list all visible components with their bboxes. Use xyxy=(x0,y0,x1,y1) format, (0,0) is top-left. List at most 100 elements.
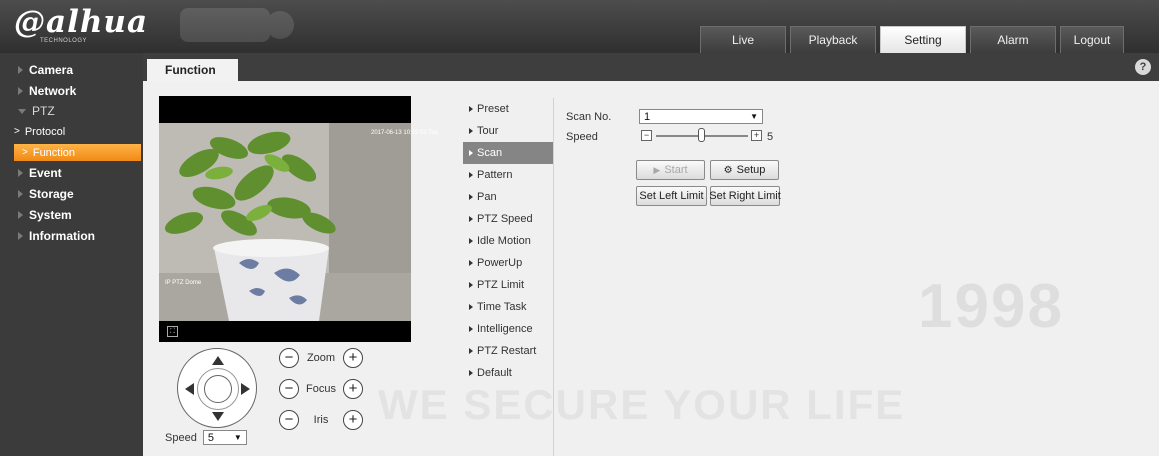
func-item-intelligence[interactable]: Intelligence xyxy=(463,318,553,340)
collapsed-arrow-icon xyxy=(18,232,23,240)
setup-button[interactable]: ⚙ Setup xyxy=(710,160,779,180)
focus-near-button[interactable]: − xyxy=(279,379,299,399)
fullscreen-icon[interactable]: ⛶ xyxy=(167,326,178,337)
start-button[interactable]: ▶ Start xyxy=(636,160,705,180)
focus-label: Focus xyxy=(306,383,336,395)
scan-no-select[interactable]: 1 ▼ xyxy=(639,109,763,124)
arrow-right-icon xyxy=(469,260,473,266)
ptz-function-list: Preset Tour Scan Pattern Pan PTZ Speed I… xyxy=(463,98,553,384)
background-slogan-watermark: WE SECURE YOUR LIFE xyxy=(378,381,906,428)
arrow-left-icon[interactable] xyxy=(185,383,194,395)
iris-open-button[interactable]: + xyxy=(343,410,363,430)
chevron-right-icon: > xyxy=(14,126,20,137)
speed-value: 5 xyxy=(767,131,774,143)
func-item-pattern[interactable]: Pattern xyxy=(463,164,553,186)
chevron-right-icon: > xyxy=(22,147,28,158)
sidebar-item-storage[interactable]: Storage xyxy=(0,184,143,204)
sidebar-subitem-function[interactable]: > Function xyxy=(14,144,141,161)
collapsed-arrow-icon xyxy=(18,87,23,95)
speed-slider-knob[interactable] xyxy=(698,128,705,142)
func-item-label: Pattern xyxy=(477,169,513,181)
arrow-right-icon xyxy=(469,326,473,332)
sidebar-subitem-label: Function xyxy=(32,146,76,159)
func-item-label: Idle Motion xyxy=(477,235,531,247)
speed-decrease-button[interactable]: − xyxy=(641,130,652,141)
chevron-down-icon: ▼ xyxy=(750,112,758,121)
dpad-center-button[interactable] xyxy=(204,375,232,403)
func-item-tour[interactable]: Tour xyxy=(463,120,553,142)
iris-label: Iris xyxy=(313,414,329,426)
collapsed-arrow-icon xyxy=(18,169,23,177)
sidebar-item-network[interactable]: Network xyxy=(0,81,143,101)
tab-logout[interactable]: Logout xyxy=(1060,26,1124,53)
arrow-down-icon[interactable] xyxy=(212,412,224,421)
func-item-time-task[interactable]: Time Task xyxy=(463,296,553,318)
ptz-speed-select[interactable]: 5 ▼ xyxy=(202,430,247,445)
zoom-out-button[interactable]: − xyxy=(279,348,299,368)
set-left-limit-button[interactable]: Set Left Limit xyxy=(636,186,707,206)
func-item-preset[interactable]: Preset xyxy=(463,98,553,120)
question-icon[interactable]: ? xyxy=(1135,59,1151,75)
func-item-pan[interactable]: Pan xyxy=(463,186,553,208)
func-item-ptz-restart[interactable]: PTZ Restart xyxy=(463,340,553,362)
chevron-down-icon: ▼ xyxy=(233,433,242,442)
arrow-right-icon xyxy=(469,216,473,222)
arrow-right-icon xyxy=(469,150,473,156)
arrow-right-icon[interactable] xyxy=(241,383,250,395)
arrow-right-icon xyxy=(469,370,473,376)
start-button-label: Start xyxy=(664,164,688,176)
sidebar-item-event[interactable]: Event xyxy=(0,163,143,183)
func-item-label: PowerUp xyxy=(477,257,523,269)
func-item-powerup[interactable]: PowerUp xyxy=(463,252,553,274)
sidebar-item-camera[interactable]: Camera xyxy=(0,60,143,80)
tab-setting[interactable]: Setting xyxy=(880,26,966,53)
func-item-idle-motion[interactable]: Idle Motion xyxy=(463,230,553,252)
sidebar: Camera Network PTZ > Protocol > Function… xyxy=(0,53,143,456)
zoom-control: − Zoom + xyxy=(279,347,363,369)
function-list-divider xyxy=(553,98,554,456)
background-year-watermark: 1998 xyxy=(918,272,1064,341)
func-item-default[interactable]: Default xyxy=(463,362,553,384)
func-item-ptz-limit[interactable]: PTZ Limit xyxy=(463,274,553,296)
scan-no-value: 1 xyxy=(644,110,651,123)
arrow-right-icon xyxy=(469,194,473,200)
focus-far-button[interactable]: + xyxy=(343,379,363,399)
video-frame xyxy=(159,123,411,321)
sidebar-item-ptz[interactable]: PTZ xyxy=(0,101,143,121)
focus-control: − Focus + xyxy=(279,378,363,400)
sidebar-item-information[interactable]: Information xyxy=(0,226,143,246)
main-nav: Live Playback Setting Alarm Logout xyxy=(700,26,1124,53)
collapsed-arrow-icon xyxy=(18,211,23,219)
sidebar-item-label: PTZ xyxy=(32,104,55,118)
speed-increase-button[interactable]: + xyxy=(751,130,762,141)
arrow-right-icon xyxy=(469,128,473,134)
sidebar-item-label: Event xyxy=(29,166,62,180)
tab-alarm[interactable]: Alarm xyxy=(970,26,1056,53)
func-item-ptz-speed[interactable]: PTZ Speed xyxy=(463,208,553,230)
scan-speed-label: Speed xyxy=(566,131,598,143)
tab-function[interactable]: Function xyxy=(147,59,238,81)
collapsed-arrow-icon xyxy=(18,66,23,74)
func-item-label: Tour xyxy=(477,125,499,137)
zoom-in-button[interactable]: + xyxy=(343,348,363,368)
arrow-right-icon xyxy=(469,304,473,310)
live-video-preview[interactable]: 2017-06-13 10:19:52 Tue IP PTZ Dome ⛶ xyxy=(159,96,438,342)
sidebar-item-system[interactable]: System xyxy=(0,205,143,225)
plant-scene-image xyxy=(159,123,411,321)
func-item-label: Time Task xyxy=(477,301,527,313)
iris-close-button[interactable]: − xyxy=(279,410,299,430)
sidebar-subitem-label: Protocol xyxy=(24,125,66,138)
tab-live[interactable]: Live xyxy=(700,26,786,53)
func-item-label: Default xyxy=(477,367,512,379)
set-right-limit-button[interactable]: Set Right Limit xyxy=(709,186,781,206)
arrow-right-icon xyxy=(469,238,473,244)
func-item-label: Intelligence xyxy=(477,323,533,335)
sidebar-item-label: Camera xyxy=(29,63,74,77)
func-item-scan[interactable]: Scan xyxy=(463,142,553,164)
gear-icon: ⚙ xyxy=(723,164,733,176)
arrow-up-icon[interactable] xyxy=(212,356,224,365)
sidebar-item-label: System xyxy=(29,208,72,222)
top-header: @alhua TECHNOLOGY Live Playback Setting … xyxy=(0,0,1159,53)
sidebar-subitem-protocol[interactable]: > Protocol xyxy=(0,123,141,140)
tab-playback[interactable]: Playback xyxy=(790,26,876,53)
